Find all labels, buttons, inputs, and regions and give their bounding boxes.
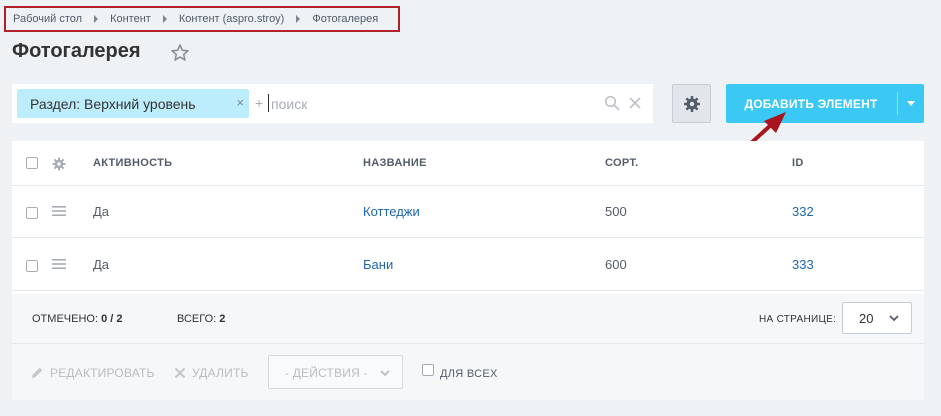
checked-counter: ОТМЕЧЕНО: 0 / 2 (32, 313, 122, 325)
grid-footer: ОТМЕЧЕНО: 0 / 2 ВСЕГО: 2 НА СТРАНИЦЕ: 20 (12, 294, 924, 344)
clear-icon[interactable] (627, 95, 643, 111)
drag-handle-icon[interactable] (52, 258, 66, 270)
total-label: ВСЕГО: (177, 313, 217, 325)
chevron-down-icon[interactable] (907, 101, 915, 106)
cell-id-link[interactable]: 333 (792, 257, 814, 272)
per-page-select[interactable]: 20 (842, 302, 912, 334)
breadcrumb-item-desktop[interactable]: Рабочий стол (13, 13, 82, 25)
row-checkbox[interactable] (26, 260, 38, 272)
for-all-checkbox[interactable] (422, 364, 434, 376)
cell-sort: 600 (605, 257, 627, 272)
table-row[interactable]: Да Коттеджи 500 332 (12, 186, 924, 238)
delete-button[interactable]: УДАЛИТЬ (174, 366, 249, 380)
gear-icon (683, 95, 700, 112)
filter-chip-label: Раздел: Верхний уровень (30, 95, 196, 112)
column-header-active[interactable]: АКТИВНОСТЬ (93, 157, 172, 169)
chevron-down-icon (380, 370, 390, 377)
drag-handle-icon[interactable] (52, 205, 66, 217)
column-header-name[interactable]: НАЗВАНИЕ (363, 157, 427, 169)
column-header-sort[interactable]: СОРТ. (605, 157, 638, 169)
cell-id-link[interactable]: 332 (792, 204, 814, 219)
add-filter-plus[interactable]: + (255, 95, 263, 111)
edit-button[interactable]: РЕДАКТИРОВАТЬ (30, 366, 155, 380)
grid-settings-button[interactable] (672, 84, 711, 123)
delete-x-icon (174, 367, 186, 379)
action-panel: РЕДАКТИРОВАТЬ УДАЛИТЬ - ДЕЙСТВИЯ - ДЛЯ В… (12, 344, 924, 400)
chevron-down-icon (889, 315, 899, 322)
breadcrumb-separator-icon (296, 15, 301, 23)
breadcrumb-item-content[interactable]: Контент (110, 13, 151, 25)
delete-label: УДАЛИТЬ (192, 366, 249, 380)
breadcrumb: Рабочий стол Контент Контент (aspro.stro… (4, 6, 400, 32)
text-caret (268, 94, 269, 112)
breadcrumb-item-content-aspro[interactable]: Контент (aspro.stroy) (179, 13, 285, 25)
pencil-icon (32, 367, 43, 378)
actions-select-label: - ДЕЙСТВИЯ - (285, 366, 368, 380)
search-input[interactable] (271, 93, 591, 114)
breadcrumb-item-gallery[interactable]: Фотогалерея (312, 13, 378, 25)
filter-chip[interactable]: Раздел: Верхний уровень × (17, 89, 249, 118)
filter-chip-close-icon[interactable]: × (236, 96, 244, 110)
table-row[interactable]: Да Бани 600 333 (12, 239, 924, 291)
elements-grid: АКТИВНОСТЬ НАЗВАНИЕ СОРТ. ID Да Коттеджи… (12, 141, 924, 294)
grid-header: АКТИВНОСТЬ НАЗВАНИЕ СОРТ. ID (12, 141, 924, 186)
edit-label: РЕДАКТИРОВАТЬ (50, 366, 155, 380)
cell-active: Да (93, 204, 110, 219)
cell-sort: 500 (605, 204, 627, 219)
cell-name-link[interactable]: Коттеджи (363, 204, 420, 219)
breadcrumb-separator-icon (162, 15, 167, 23)
row-checkbox[interactable] (26, 207, 38, 219)
checked-label: ОТМЕЧЕНО: (32, 313, 98, 325)
gear-icon[interactable] (52, 157, 66, 171)
column-header-id[interactable]: ID (792, 157, 804, 169)
cell-name-link[interactable]: Бани (363, 257, 393, 272)
page-title: Фотогалерея (12, 40, 141, 62)
for-all-label: ДЛЯ ВСЕХ (440, 368, 498, 380)
per-page-label: НА СТРАНИЦЕ: (759, 314, 837, 325)
cell-active: Да (93, 257, 110, 272)
filter-search-bar[interactable]: Раздел: Верхний уровень × + (12, 84, 653, 123)
actions-select[interactable]: - ДЕЙСТВИЯ - (268, 355, 403, 389)
select-all-checkbox[interactable] (26, 157, 38, 169)
total-value: 2 (219, 313, 226, 325)
add-element-label: ДОБАВИТЬ ЭЛЕМЕНТ (744, 97, 878, 111)
checked-value: 0 / 2 (101, 313, 123, 325)
per-page-value: 20 (859, 311, 874, 326)
total-counter: ВСЕГО: 2 (177, 313, 225, 325)
search-icon[interactable] (604, 95, 620, 111)
add-element-button[interactable]: ДОБАВИТЬ ЭЛЕМЕНТ (726, 84, 924, 123)
add-button-divider (897, 92, 898, 115)
breadcrumb-separator-icon (94, 15, 99, 23)
star-icon[interactable] (170, 43, 190, 63)
